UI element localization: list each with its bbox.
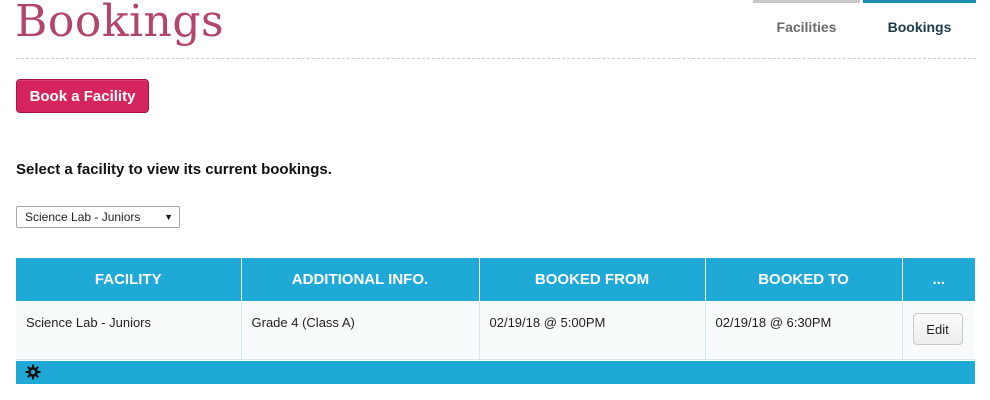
table-row: Science Lab - Juniors Grade 4 (Class A) … bbox=[16, 301, 975, 360]
edit-button[interactable]: Edit bbox=[912, 313, 963, 345]
facility-select[interactable]: Science Lab - Juniors ▼ bbox=[16, 206, 180, 228]
cell-actions: Edit bbox=[902, 301, 975, 360]
table-footer bbox=[16, 361, 975, 384]
column-header-actions: ... bbox=[902, 258, 975, 301]
column-header-facility: FACILITY bbox=[16, 258, 242, 301]
column-header-booked-to: BOOKED TO bbox=[705, 258, 903, 301]
cell-booked-to: 02/19/18 @ 6:30PM bbox=[705, 301, 903, 360]
gear-icon[interactable] bbox=[25, 364, 41, 380]
bookings-table: FACILITY ADDITIONAL INFO. BOOKED FROM BO… bbox=[16, 258, 975, 360]
header-divider bbox=[16, 58, 976, 59]
dropdown-arrow-icon: ▼ bbox=[164, 212, 173, 222]
bookings-page: Bookings Facilities Bookings Book a Faci… bbox=[0, 0, 990, 400]
tab-bookings[interactable]: Bookings bbox=[863, 0, 976, 47]
cell-facility: Science Lab - Juniors bbox=[16, 301, 242, 360]
facility-select-value: Science Lab - Juniors bbox=[25, 210, 141, 224]
page-title: Bookings bbox=[15, 0, 225, 47]
cell-booked-from: 02/19/18 @ 5:00PM bbox=[479, 301, 706, 360]
column-header-booked-from: BOOKED FROM bbox=[479, 258, 706, 301]
facility-instruction: Select a facility to view its current bo… bbox=[16, 161, 332, 178]
book-facility-button[interactable]: Book a Facility bbox=[16, 79, 149, 113]
table-header-row: FACILITY ADDITIONAL INFO. BOOKED FROM BO… bbox=[16, 258, 975, 301]
column-header-additional-info: ADDITIONAL INFO. bbox=[241, 258, 480, 301]
tab-facilities[interactable]: Facilities bbox=[753, 0, 860, 47]
cell-additional-info: Grade 4 (Class A) bbox=[241, 301, 480, 360]
top-nav: Facilities Bookings bbox=[753, 0, 976, 58]
